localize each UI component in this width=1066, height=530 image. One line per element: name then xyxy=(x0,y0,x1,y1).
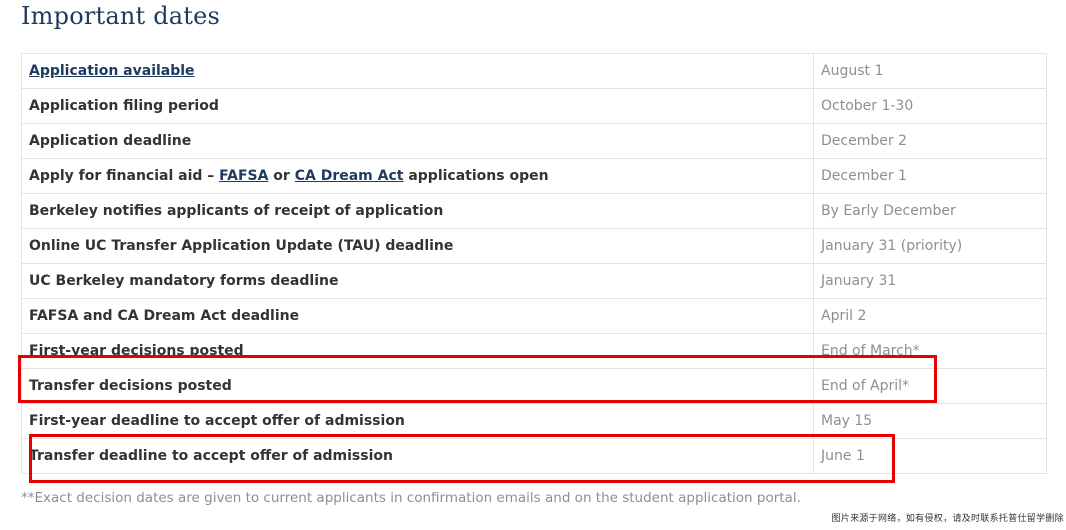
date-cell: December 2 xyxy=(813,123,1047,159)
date-cell: By Early December xyxy=(813,193,1047,229)
event-link[interactable]: Application available xyxy=(29,63,195,79)
event-text: Transfer deadline to accept offer of adm… xyxy=(29,448,393,464)
date-cell: End of April* xyxy=(813,368,1047,404)
event-link[interactable]: FAFSA xyxy=(219,168,268,184)
table-row: First-year decisions posted End of March* xyxy=(21,333,1047,369)
table-row: Application filing period October 1-30 xyxy=(21,88,1047,124)
table-row: UC Berkeley mandatory forms deadline Janu… xyxy=(21,263,1047,299)
event-cell: Application available xyxy=(21,53,814,89)
table-row: First-year deadline to accept offer of a… xyxy=(21,403,1047,439)
event-text: FAFSA and CA Dream Act deadline xyxy=(29,308,300,324)
event-text: Online UC Transfer Application Update (T… xyxy=(29,238,454,254)
table-row: Transfer deadline to accept offer of adm… xyxy=(21,438,1047,474)
footnote: **Exact decision dates are given to curr… xyxy=(21,490,801,506)
date-cell: April 2 xyxy=(813,298,1047,334)
page: Important dates Application available Aug… xyxy=(0,0,1066,530)
date-cell: May 15 xyxy=(813,403,1047,439)
date-cell: January 31 (priority) xyxy=(813,228,1047,264)
date-cell: October 1-30 xyxy=(813,88,1047,124)
event-cell: Berkeley notifies applicants of receipt … xyxy=(21,193,814,229)
event-text: Apply for financial aid – xyxy=(29,168,220,184)
event-text: First-year deadline to accept offer of a… xyxy=(29,413,405,429)
event-cell: UC Berkeley mandatory forms deadline xyxy=(21,263,814,299)
event-cell: Application deadline xyxy=(21,123,814,159)
event-cell: Transfer deadline to accept offer of adm… xyxy=(21,438,814,474)
table-row: FAFSA and CA Dream Act deadline April 2 xyxy=(21,298,1047,334)
event-text: Berkeley notifies applicants of receipt … xyxy=(29,203,444,219)
table-row: Transfer decisions posted End of April* xyxy=(21,368,1047,404)
table-row: Apply for financial aid – FAFSA or CA Dr… xyxy=(21,158,1047,194)
event-text: or xyxy=(268,168,295,184)
table-row: Online UC Transfer Application Update (T… xyxy=(21,228,1047,264)
event-cell: First-year deadline to accept offer of a… xyxy=(21,403,814,439)
page-title: Important dates xyxy=(21,2,221,30)
event-text: applications open xyxy=(403,168,549,184)
event-text: First-year decisions posted xyxy=(29,343,244,359)
event-text: Application deadline xyxy=(29,133,192,149)
event-text: UC Berkeley mandatory forms deadline xyxy=(29,273,339,289)
date-cell: End of March* xyxy=(813,333,1047,369)
important-dates-table: Application available August 1 Application… xyxy=(21,53,1047,474)
image-credit: 图片来源于网络，如有侵权，请及时联系托普仕留学删除 xyxy=(831,514,1064,524)
event-cell: Transfer decisions posted xyxy=(21,368,814,404)
table-row: Berkeley notifies applicants of receipt … xyxy=(21,193,1047,229)
date-cell: August 1 xyxy=(813,53,1047,89)
event-cell: Apply for financial aid – FAFSA or CA Dr… xyxy=(21,158,814,194)
event-cell: Application filing period xyxy=(21,88,814,124)
event-cell: Online UC Transfer Application Update (T… xyxy=(21,228,814,264)
event-cell: FAFSA and CA Dream Act deadline xyxy=(21,298,814,334)
event-text: Transfer decisions posted xyxy=(29,378,232,394)
event-text: Application filing period xyxy=(29,98,219,114)
event-link[interactable]: CA Dream Act xyxy=(295,168,404,184)
date-cell: December 1 xyxy=(813,158,1047,194)
table-body: Application available August 1 Application… xyxy=(21,53,1047,474)
table-row: Application deadline December 2 xyxy=(21,123,1047,159)
date-cell: January 31 xyxy=(813,263,1047,299)
event-cell: First-year decisions posted xyxy=(21,333,814,369)
date-cell: June 1 xyxy=(813,438,1047,474)
table-row: Application available August 1 xyxy=(21,53,1047,89)
